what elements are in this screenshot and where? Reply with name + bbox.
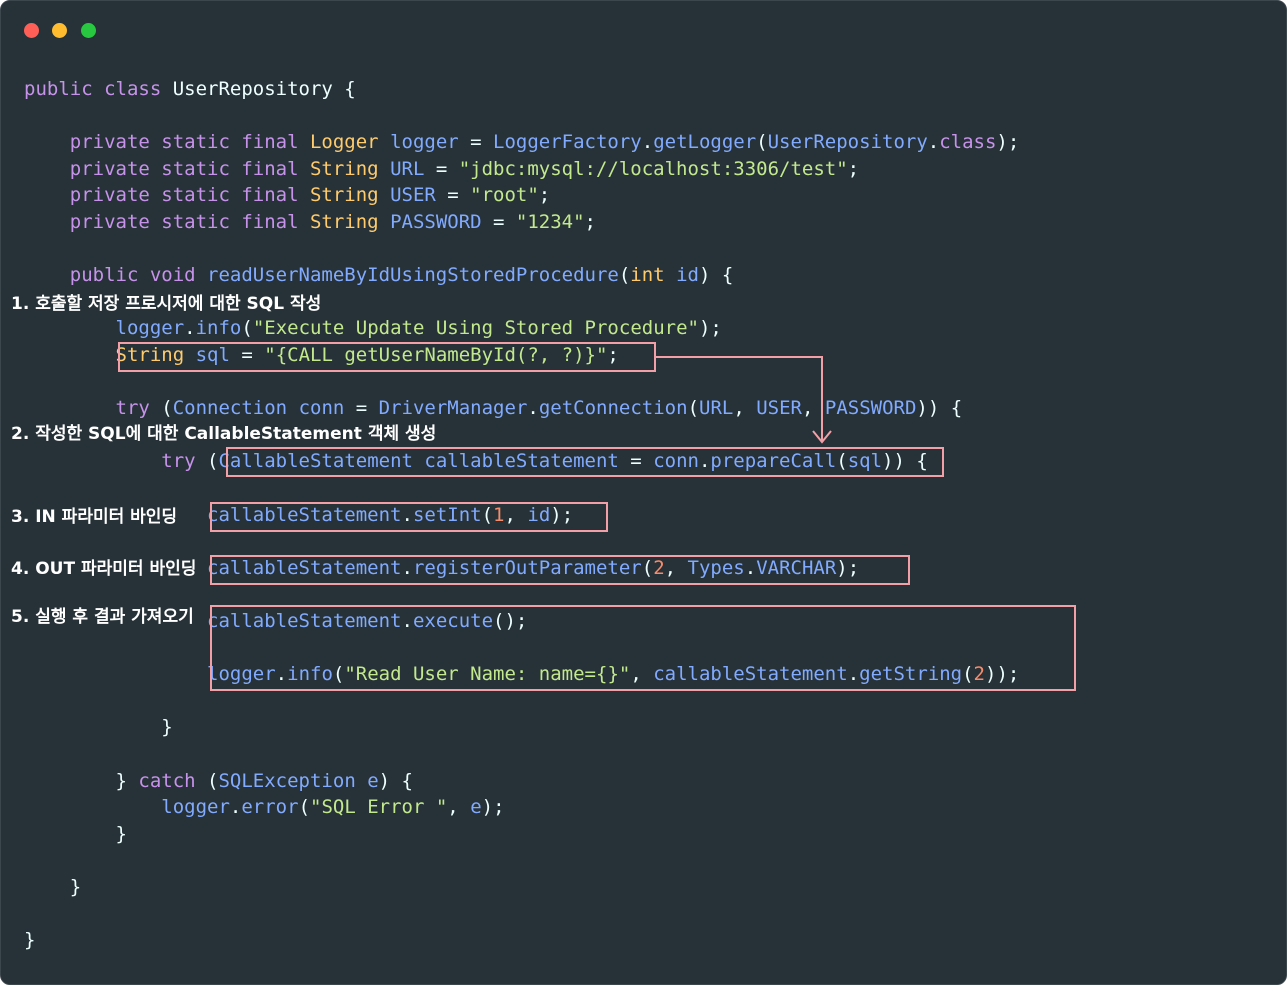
annotation-step-3: 3. IN 파라미터 바인딩 — [11, 507, 178, 527]
annotation-step-5: 5. 실행 후 결과 가져오기 — [11, 607, 194, 627]
annotation-step-2: 2. 작성한 SQL에 대한 CallableStatement 객체 생성 — [11, 424, 437, 444]
annotation-step-4: 4. OUT 파라미터 바인딩 — [11, 559, 197, 579]
annotation-step-1: 1. 호출할 저장 프로시저에 대한 SQL 작성 — [11, 294, 322, 314]
code-window: public class UserRepository { private st… — [0, 0, 1287, 985]
arrow-connector — [656, 356, 832, 444]
